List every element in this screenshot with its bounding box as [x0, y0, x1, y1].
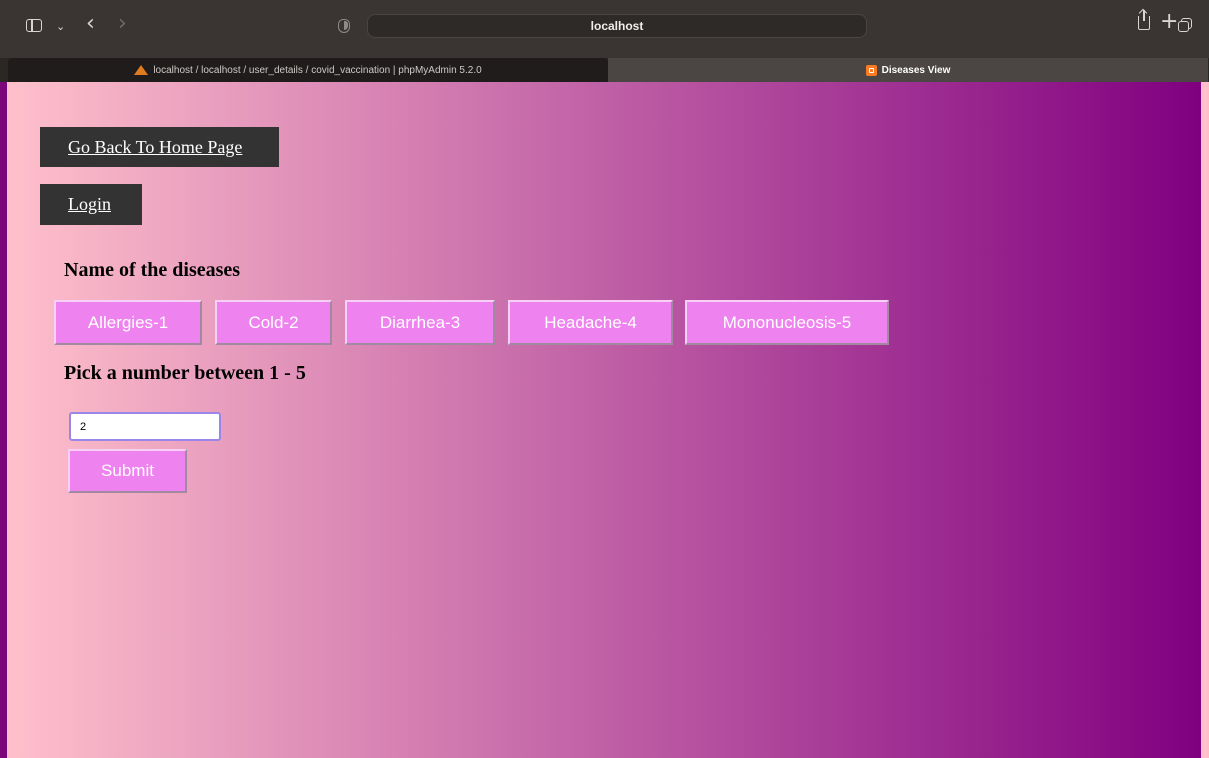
plus-icon[interactable]: +	[1160, 11, 1178, 33]
disease-button-allergies[interactable]: Allergies-1	[54, 300, 202, 345]
home-link[interactable]: Go Back To Home Page	[40, 127, 279, 167]
chevron-down-icon[interactable]: ⌄	[56, 20, 65, 33]
login-link[interactable]: Login	[40, 184, 142, 225]
disease-button-mononucleosis[interactable]: Mononucleosis-5	[685, 300, 889, 345]
tab-title: Diseases View	[881, 64, 951, 76]
submit-button[interactable]: Submit	[68, 449, 187, 493]
sidebar-icon[interactable]	[26, 19, 42, 32]
tab-diseases-view[interactable]: Diseases View	[608, 58, 1208, 82]
back-icon[interactable]: ‹	[86, 13, 95, 35]
page-border-right	[1201, 82, 1209, 758]
share-icon[interactable]	[1138, 10, 1150, 30]
tab-bar: localhost / localhost / user_details / c…	[0, 58, 1209, 82]
shield-icon[interactable]	[338, 19, 350, 33]
address-bar[interactable]: localhost ↻	[367, 14, 1209, 38]
phpmyadmin-icon	[134, 65, 149, 75]
page-border-left	[0, 82, 7, 758]
tab-phpmyadmin[interactable]: localhost / localhost / user_details / c…	[8, 58, 608, 82]
browser-toolbar: ⌄ ‹ › localhost ↻ +	[0, 0, 1209, 58]
disease-button-diarrhea[interactable]: Diarrhea-3	[345, 300, 495, 345]
tabs-icon[interactable]	[1178, 18, 1192, 32]
diseases-heading: Name of the diseases	[64, 259, 241, 281]
forward-icon[interactable]: ›	[118, 13, 127, 35]
disease-button-cold[interactable]: Cold-2	[215, 300, 332, 345]
xampp-icon	[865, 64, 877, 76]
pick-number-heading: Pick a number between 1 - 5	[64, 362, 306, 384]
number-input[interactable]	[69, 412, 221, 441]
disease-button-headache[interactable]: Headache-4	[508, 300, 673, 345]
page-content: Go Back To Home Page Login Name of the d…	[7, 82, 1201, 758]
tab-title: localhost / localhost / user_details / c…	[153, 64, 482, 76]
address-text: localhost	[590, 19, 644, 33]
